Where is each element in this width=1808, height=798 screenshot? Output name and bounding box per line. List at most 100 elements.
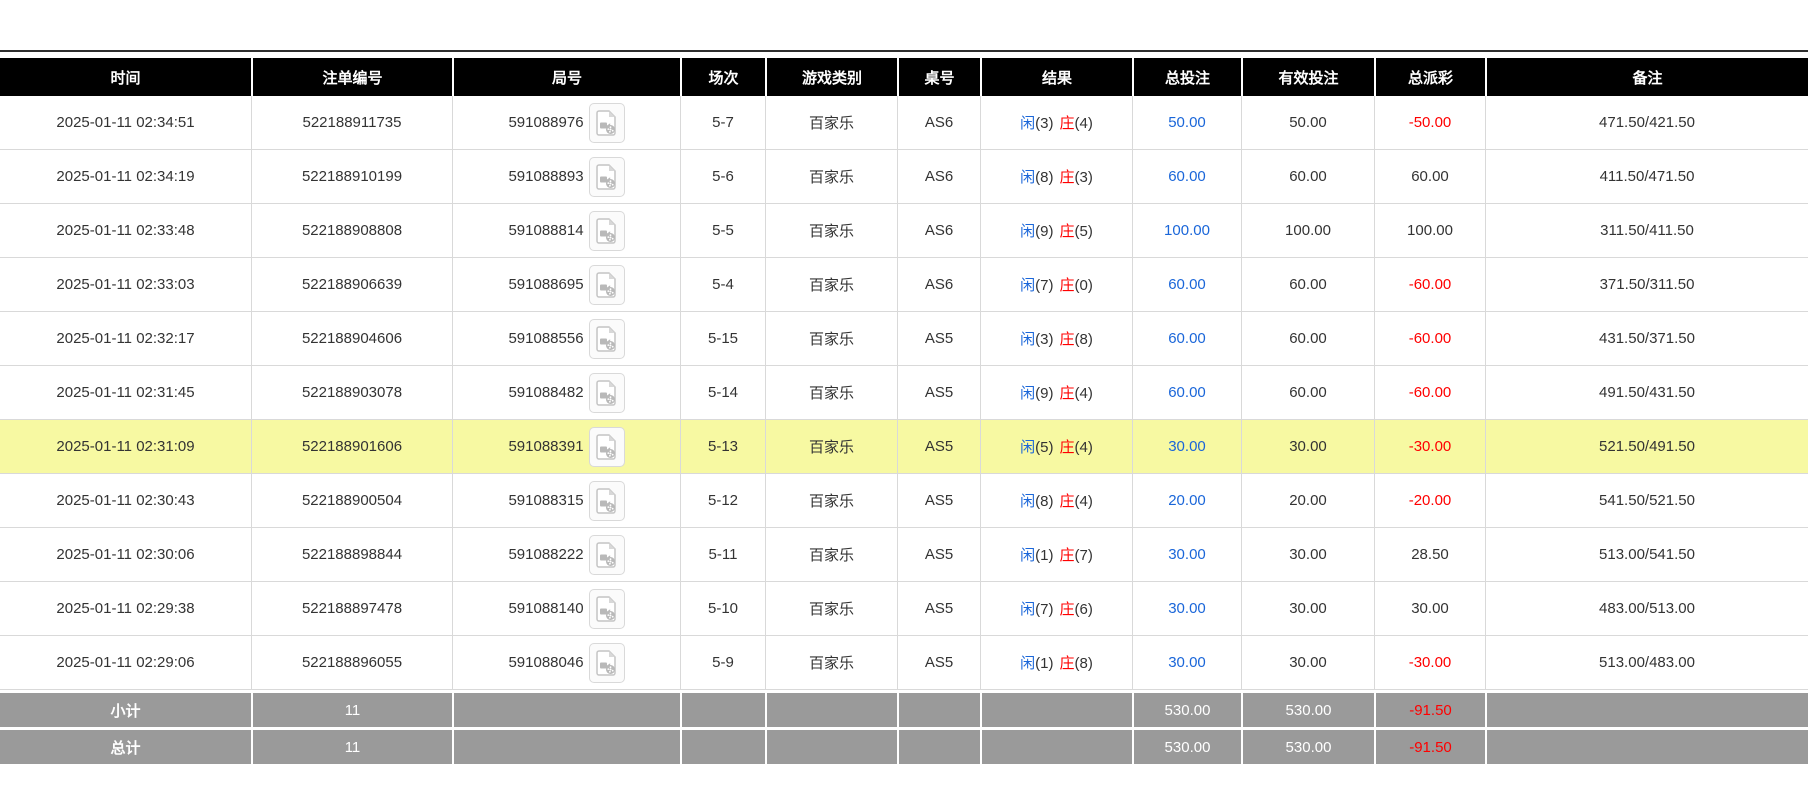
- video-file-icon: [596, 596, 618, 622]
- table-row[interactable]: 2025-01-11 02:34:51 522188911735 5910889…: [0, 96, 1808, 150]
- cell-result: 闲(9)庄(5): [980, 204, 1132, 258]
- cell-valid-bet: 30.00: [1241, 582, 1374, 636]
- cell-remark: 513.00/483.00: [1485, 636, 1808, 690]
- video-replay-button[interactable]: [589, 103, 625, 143]
- column-header-session: 场次: [680, 58, 765, 96]
- video-replay-button[interactable]: [589, 373, 625, 413]
- banker-result: 庄(6): [1060, 601, 1093, 618]
- cell-valid-bet: 30.00: [1241, 420, 1374, 474]
- cell-total-bet: 60.00: [1132, 366, 1241, 420]
- table-row[interactable]: 2025-01-11 02:31:45 522188903078 5910884…: [0, 366, 1808, 420]
- table-body: 2025-01-11 02:34:51 522188911735 5910889…: [0, 96, 1808, 690]
- round-id-text: 591088814: [508, 222, 583, 239]
- summary-valid-bet: 530.00: [1241, 690, 1374, 727]
- video-file-icon: [596, 272, 618, 298]
- cell-payout: 30.00: [1374, 582, 1485, 636]
- cell-table-no: AS5: [897, 474, 980, 528]
- player-label: 闲: [1020, 223, 1035, 240]
- player-result: 闲(1): [1020, 547, 1053, 564]
- cell-result: 闲(3)庄(4): [980, 96, 1132, 150]
- player-label: 闲: [1020, 547, 1035, 564]
- banker-score: (8): [1075, 655, 1093, 672]
- banker-score: (4): [1075, 493, 1093, 510]
- banker-result: 庄(3): [1060, 169, 1093, 186]
- column-header-time: 时间: [0, 58, 251, 96]
- player-score: (1): [1035, 547, 1053, 564]
- cell-bet-id: 522188901606: [251, 420, 452, 474]
- video-replay-button[interactable]: [589, 427, 625, 467]
- banker-score: (4): [1075, 439, 1093, 456]
- table-row[interactable]: 2025-01-11 02:30:06 522188898844 5910882…: [0, 528, 1808, 582]
- video-replay-button[interactable]: [589, 535, 625, 575]
- cell-time: 2025-01-11 02:32:17: [0, 312, 251, 366]
- round-id-text: 591088482: [508, 384, 583, 401]
- table-row[interactable]: 2025-01-11 02:30:43 522188900504 5910883…: [0, 474, 1808, 528]
- cell-game-type: 百家乐: [765, 258, 897, 312]
- video-replay-button[interactable]: [589, 481, 625, 521]
- banker-score: (0): [1075, 277, 1093, 294]
- video-replay-button[interactable]: [589, 265, 625, 305]
- cell-table-no: AS5: [897, 636, 980, 690]
- cell-table-no: AS6: [897, 150, 980, 204]
- banker-label: 庄: [1060, 601, 1075, 618]
- cell-result: 闲(5)庄(4): [980, 420, 1132, 474]
- table-row[interactable]: 2025-01-11 02:32:17 522188904606 5910885…: [0, 312, 1808, 366]
- cell-bet-id: 522188904606: [251, 312, 452, 366]
- cell-round-id: 591088222: [452, 528, 680, 582]
- cell-round-id: 591088391: [452, 420, 680, 474]
- cell-table-no: AS5: [897, 582, 980, 636]
- cell-remark: 541.50/521.50: [1485, 474, 1808, 528]
- video-file-icon: [596, 218, 618, 244]
- column-header-total-bet: 总投注: [1132, 58, 1241, 96]
- cell-result: 闲(3)庄(8): [980, 312, 1132, 366]
- banker-label: 庄: [1060, 115, 1075, 132]
- video-replay-button[interactable]: [589, 157, 625, 197]
- table-row[interactable]: 2025-01-11 02:29:38 522188897478 5910881…: [0, 582, 1808, 636]
- table-row[interactable]: 2025-01-11 02:34:19 522188910199 5910888…: [0, 150, 1808, 204]
- cell-payout: 60.00: [1374, 150, 1485, 204]
- table-footer: 小计 11 530.00 530.00 -91.50 总计 11 530.00 …: [0, 690, 1808, 764]
- player-label: 闲: [1020, 655, 1035, 672]
- player-score: (8): [1035, 169, 1053, 186]
- table-row[interactable]: 2025-01-11 02:29:06 522188896055 5910880…: [0, 636, 1808, 690]
- summary-count: 11: [251, 727, 452, 764]
- cell-remark: 371.50/311.50: [1485, 258, 1808, 312]
- table-row[interactable]: 2025-01-11 02:33:03 522188906639 5910886…: [0, 258, 1808, 312]
- cell-round-id: 591088814: [452, 204, 680, 258]
- round-id-text: 591088976: [508, 114, 583, 131]
- video-replay-button[interactable]: [589, 211, 625, 251]
- player-score: (9): [1035, 223, 1053, 240]
- table-row[interactable]: 2025-01-11 02:31:09 522188901606 5910883…: [0, 420, 1808, 474]
- banker-result: 庄(4): [1060, 385, 1093, 402]
- summary-empty: [897, 727, 980, 764]
- cell-table-no: AS6: [897, 96, 980, 150]
- banker-result: 庄(7): [1060, 547, 1093, 564]
- banker-score: (7): [1075, 547, 1093, 564]
- cell-total-bet: 30.00: [1132, 528, 1241, 582]
- player-result: 闲(8): [1020, 493, 1053, 510]
- cell-total-bet: 50.00: [1132, 96, 1241, 150]
- player-label: 闲: [1020, 331, 1035, 348]
- column-header-game-type: 游戏类别: [765, 58, 897, 96]
- cell-session: 5-10: [680, 582, 765, 636]
- summary-empty: [765, 727, 897, 764]
- video-replay-button[interactable]: [589, 319, 625, 359]
- table-header-row: 时间 注单编号 局号 场次 游戏类别 桌号 结果 总投注 有效投注 总派彩 备注: [0, 58, 1808, 96]
- cell-round-id: 591088556: [452, 312, 680, 366]
- cell-total-bet: 100.00: [1132, 204, 1241, 258]
- banker-result: 庄(4): [1060, 115, 1093, 132]
- cell-round-id: 591088315: [452, 474, 680, 528]
- banker-label: 庄: [1060, 277, 1075, 294]
- banker-label: 庄: [1060, 493, 1075, 510]
- cell-total-bet: 20.00: [1132, 474, 1241, 528]
- video-file-icon: [596, 164, 618, 190]
- video-replay-button[interactable]: [589, 589, 625, 629]
- cell-total-bet: 30.00: [1132, 636, 1241, 690]
- video-file-icon: [596, 542, 618, 568]
- banker-score: (3): [1075, 169, 1093, 186]
- summary-row: 小计 11 530.00 530.00 -91.50: [0, 690, 1808, 727]
- table-row[interactable]: 2025-01-11 02:33:48 522188908808 5910888…: [0, 204, 1808, 258]
- cell-valid-bet: 20.00: [1241, 474, 1374, 528]
- cell-table-no: AS5: [897, 366, 980, 420]
- video-replay-button[interactable]: [589, 643, 625, 683]
